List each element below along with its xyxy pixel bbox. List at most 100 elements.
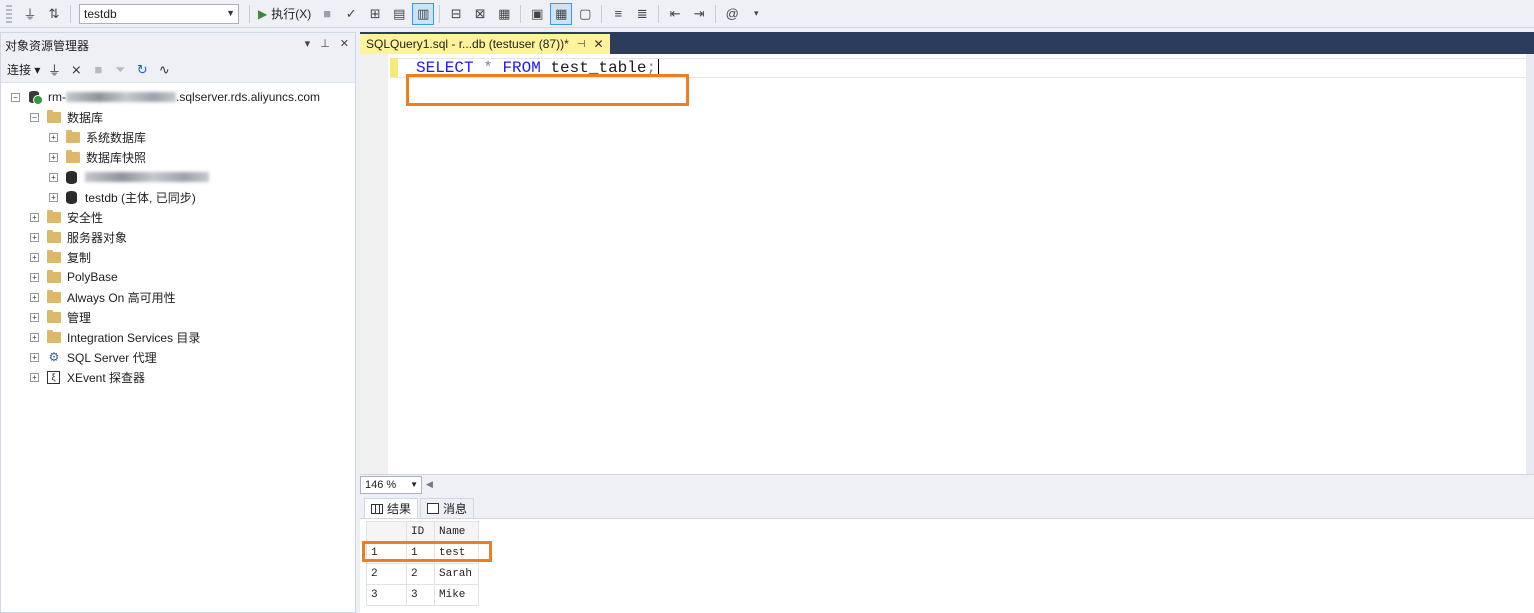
table-cell[interactable]: 2 [406,563,435,585]
pin-icon[interactable]: ⊣ [577,39,586,50]
results-tab-strip: 结果 消息 [360,494,1534,518]
close-icon[interactable]: ✕ [593,37,603,51]
increase-indent-icon[interactable]: ⇥ [688,3,710,25]
decrease-indent-icon[interactable]: ⇤ [664,3,686,25]
toolbar-overflow-icon[interactable]: ▾ [745,3,767,25]
folder-icon [47,289,61,303]
expand-icon[interactable]: + [49,192,58,202]
tree-node-label: XEvent 探查器 [67,370,146,385]
expand-icon[interactable]: + [49,172,58,182]
tree-node-security[interactable]: + 安全性 [1,207,355,227]
tree-node-databases[interactable]: − 数据库 [1,107,355,127]
tree-node-label: 数据库快照 [86,150,147,165]
tree-node-database-snapshots[interactable]: + 数据库快照 [1,147,355,167]
tree-node-testdb[interactable]: + testdb (主体, 已同步) [1,187,355,207]
results-to-grid-icon[interactable]: ▥ [412,2,435,25]
tab-sqlquery1[interactable]: SQLQuery1.sql - r...db (testuser (87))* … [360,34,610,54]
table-row[interactable]: 3 3 Mike [366,584,479,606]
client-stats-icon[interactable]: ▦ [493,3,515,25]
table-cell[interactable]: Sarah [434,563,479,585]
zoom-select[interactable]: 146 % ▼ [360,475,422,494]
row-number[interactable]: 2 [366,563,407,585]
tree-node-redacted-database[interactable]: + [1,167,355,187]
close-icon[interactable]: ✕ [340,37,349,50]
connect-dropdown[interactable]: 连接 ▾ [7,61,40,78]
tree-node-server-objects[interactable]: + 服务器对象 [1,227,355,247]
tree-node-always-on[interactable]: + Always On 高可用性 [1,287,355,307]
expand-icon[interactable]: + [30,372,39,382]
pin-icon[interactable]: ⊥ [320,37,330,50]
expand-icon[interactable]: + [30,232,39,242]
column-header-id[interactable]: ID [406,521,435,543]
connect-plug-icon[interactable]: ⏚ [46,60,62,79]
expand-icon[interactable]: + [30,212,39,222]
results-to-text-icon[interactable]: ▣ [526,3,548,25]
document-tabs: SQLQuery1.sql - r...db (testuser (87))* … [360,32,1534,54]
query-designer-icon[interactable]: ▤ [388,3,410,25]
expand-icon[interactable]: + [30,312,39,322]
tree-node-management[interactable]: + 管理 [1,307,355,327]
expand-icon[interactable]: + [30,332,39,342]
server-name-prefix: rm- [48,90,66,104]
execute-button[interactable]: ▶ 执行(X) [254,5,315,22]
disconnect-icon[interactable]: ⨯ [68,62,84,78]
activity-monitor-icon[interactable]: ∿ [156,62,172,78]
change-connection-icon[interactable]: ⇅ [43,3,65,25]
tree-node-server[interactable]: − rm- .sqlserver.rds.aliyuncs.com [1,87,355,107]
tree-node-xevent-profiler[interactable]: + ξ XEvent 探查器 [1,367,355,387]
expand-icon[interactable]: + [49,132,58,142]
scroll-left-icon[interactable]: ◀ [426,479,433,490]
row-number[interactable]: 3 [366,584,407,606]
tree-node-label: 系统数据库 [86,130,147,145]
expand-icon[interactable]: + [49,152,58,162]
results-grid: ID Name 1 1 test 2 2 Sarah 3 3 Mike [360,518,1534,613]
specify-template-values-icon[interactable]: @ [721,3,743,25]
refresh-icon[interactable]: ↻ [134,62,150,78]
column-header-name[interactable]: Name [434,521,479,543]
toolbar-grip[interactable] [6,4,12,23]
stop-icon[interactable]: ■ [316,3,338,25]
expand-icon[interactable]: + [30,272,39,282]
expand-icon[interactable]: + [30,252,39,262]
expand-icon[interactable]: + [30,292,39,302]
folder-icon [66,129,80,143]
panel-menu-icon[interactable]: ▾ [305,37,311,50]
live-stats-icon[interactable]: ⊠ [469,3,491,25]
uncomment-icon[interactable]: ≣ [631,3,653,25]
folder-icon [47,229,61,243]
table-cell[interactable]: Mike [434,584,479,606]
toolbar-separator [70,4,71,23]
available-databases-select[interactable]: testdb ▼ [79,3,239,24]
code-editor[interactable]: SELECT * FROM test_table; [360,54,1534,474]
vertical-scrollbar[interactable] [1526,54,1534,474]
message-icon [427,503,440,514]
tab-messages[interactable]: 消息 [420,498,475,518]
results-grid-icon[interactable]: ▦ [550,2,573,25]
collapse-icon[interactable]: − [30,112,39,122]
tree-node-polybase[interactable]: + PolyBase [1,267,355,287]
expand-icon[interactable]: + [30,352,39,362]
xevent-icon: ξ [47,370,60,384]
comment-icon[interactable]: ≡ [607,3,629,25]
tree-node-label: testdb (主体, 已同步) [85,190,196,205]
folder-icon [47,309,61,323]
folder-icon [47,109,61,123]
results-to-file-icon[interactable]: ▢ [574,3,596,25]
tab-results[interactable]: 结果 [364,498,419,518]
tree-node-replication[interactable]: + 复制 [1,247,355,267]
toolbar-separator [601,4,603,23]
tree-node-integration-services[interactable]: + Integration Services 目录 [1,327,355,347]
tree-node-system-databases[interactable]: + 系统数据库 [1,127,355,147]
table-row[interactable]: 2 2 Sarah [366,563,479,585]
table-cell[interactable]: 3 [406,584,435,606]
connect-label: 连接 [7,63,32,77]
tree-node-sql-agent[interactable]: + ⚙ SQL Server 代理 [1,347,355,367]
estimated-plan-icon[interactable]: ⊞ [364,3,386,25]
actual-plan-icon[interactable]: ⊟ [445,3,467,25]
tree-node-label: 安全性 [67,210,104,225]
collapse-icon[interactable]: − [11,92,20,102]
parse-checkmark-icon[interactable]: ✓ [340,3,362,25]
object-explorer-toolbar: 连接 ▾ ⏚ ⨯ ■ ⏷ ↻ ∿ [1,57,355,83]
row-number-header[interactable] [366,521,407,543]
connect-icon[interactable]: ⏚ [19,3,41,25]
